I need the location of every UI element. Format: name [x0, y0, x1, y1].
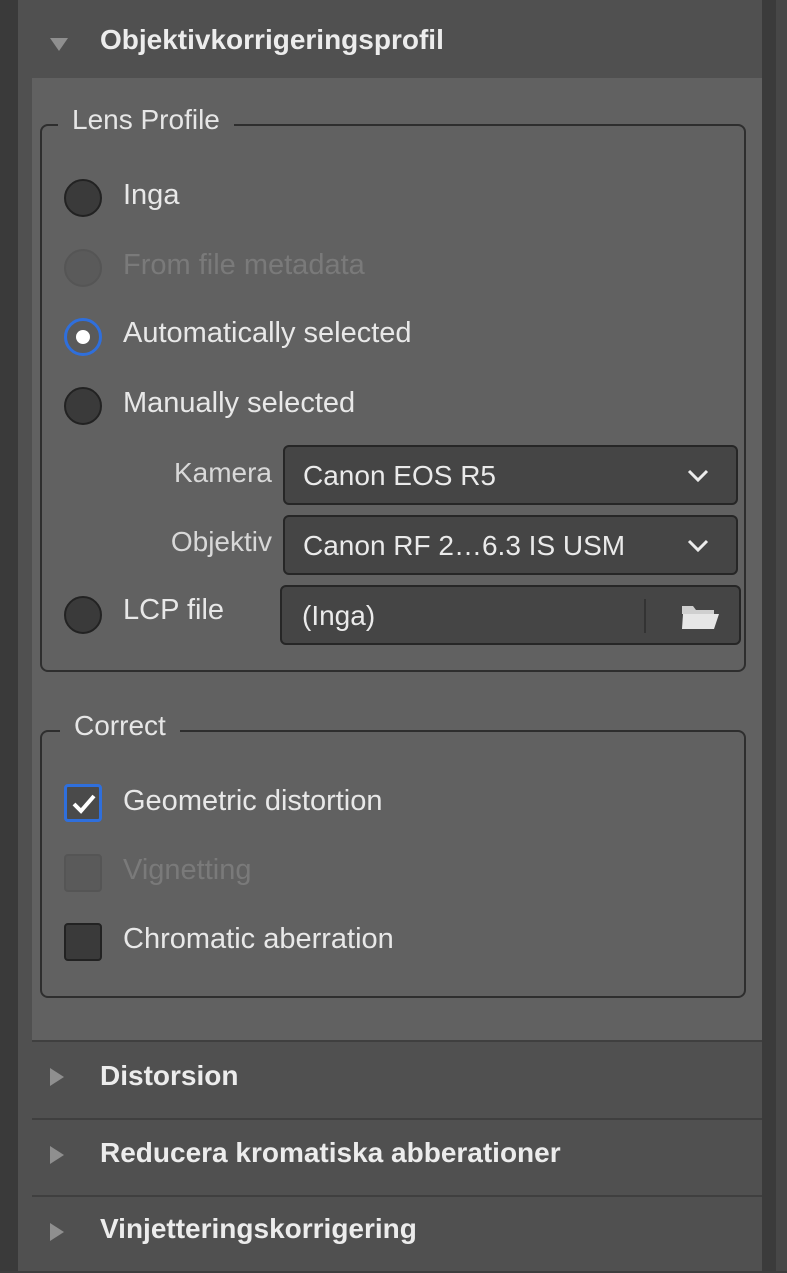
lens-label: Objektiv	[170, 526, 272, 557]
folder-icon[interactable]	[680, 601, 720, 631]
chromatic-aberration-label: Chromatic aberration	[123, 923, 394, 955]
checkmark-icon	[72, 794, 96, 814]
expand-triangle-icon	[50, 38, 68, 51]
field-separator	[644, 599, 646, 633]
radio-from-metadata-label: From file metadata	[123, 249, 365, 281]
collapsed-triangle-icon	[50, 1146, 64, 1164]
section-title: Distorsion	[100, 1060, 239, 1091]
lens-dropdown[interactable]: Canon RF 2…6.3 IS USM	[283, 515, 738, 575]
chevron-down-icon	[687, 539, 709, 553]
radio-none-label: Inga	[123, 179, 180, 211]
camera-label: Kamera	[173, 457, 272, 488]
radio-from-metadata	[64, 249, 102, 287]
tool-panel: Objektivkorrigeringsprofil Lens Profile …	[18, 0, 762, 1271]
lcp-file-value: (Inga)	[302, 600, 376, 631]
radio-manual-label: Manually selected	[123, 387, 356, 419]
checkbox-geometric-distortion[interactable]	[64, 784, 102, 822]
radio-lcp-file[interactable]	[64, 596, 102, 634]
section-header-vignetting[interactable]: Vinjetteringskorrigering	[18, 1197, 762, 1273]
camera-value: Canon EOS R5	[303, 460, 496, 491]
correct-legend: Correct	[60, 710, 180, 742]
radio-auto-label: Automatically selected	[123, 317, 412, 349]
section-header-distortion[interactable]: Distorsion	[18, 1042, 762, 1118]
radio-selected-dot	[76, 330, 90, 344]
vignetting-label: Vignetting	[123, 854, 252, 886]
checkbox-vignetting	[64, 854, 102, 892]
collapsed-triangle-icon	[50, 1068, 64, 1086]
camera-dropdown[interactable]: Canon EOS R5	[283, 445, 738, 505]
left-panel-edge	[0, 0, 18, 1271]
geometric-distortion-label: Geometric distortion	[123, 785, 383, 817]
checkbox-chromatic-aberration[interactable]	[64, 923, 102, 961]
lens-value: Canon RF 2…6.3 IS USM	[303, 530, 626, 561]
section-title: Vinjetteringskorrigering	[100, 1213, 417, 1244]
section-title: Objektivkorrigeringsprofil	[100, 24, 444, 55]
chevron-down-icon	[687, 469, 709, 483]
lcp-file-field[interactable]: (Inga)	[280, 585, 741, 645]
radio-automatically-selected[interactable]	[64, 318, 102, 356]
radio-lcp-label: LCP file	[123, 594, 225, 626]
section-header-chromatic-aberration[interactable]: Reducera kromatiska abberationer	[18, 1120, 762, 1196]
scrollbar-track[interactable]	[762, 0, 787, 1271]
collapsed-triangle-icon	[50, 1223, 64, 1241]
section-body-lens-profile: Lens Profile Inga From file metadata Aut…	[32, 78, 762, 1040]
section-header-lens-profile[interactable]: Objektivkorrigeringsprofil	[18, 0, 762, 76]
lens-profile-legend: Lens Profile	[58, 104, 234, 136]
radio-none[interactable]	[64, 179, 102, 217]
section-title: Reducera kromatiska abberationer	[100, 1137, 561, 1168]
radio-manually-selected[interactable]	[64, 387, 102, 425]
